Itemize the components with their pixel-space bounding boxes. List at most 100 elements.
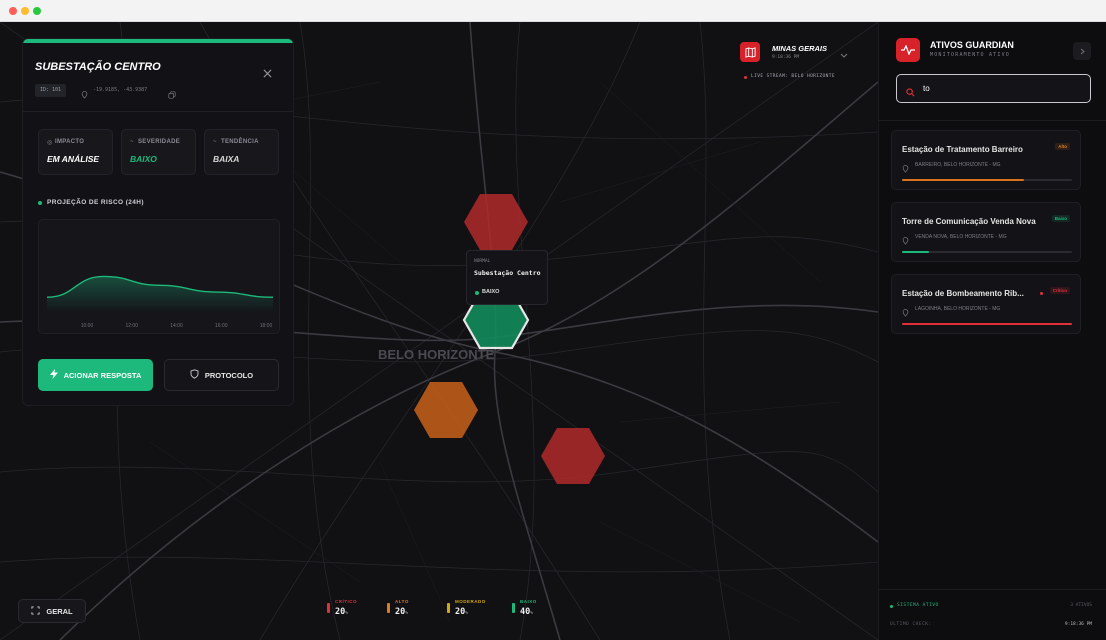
asset-name: Estação de Tratamento Barreiro <box>902 145 1023 154</box>
legend-critical: CRÍTICO 20% <box>327 596 382 624</box>
panel-title: ATIVOS GUARDIAN <box>930 40 1014 50</box>
asset-coordinates: -19.9185, -43.9387 <box>93 87 148 93</box>
last-check-label: ÚLTIMO CHECK: <box>890 622 932 627</box>
legend-low-value: 40% <box>520 607 533 617</box>
legend-critical-unit: % <box>345 611 348 616</box>
protocol-button[interactable]: PROTOCOLO <box>164 359 279 391</box>
general-view-button[interactable]: GERAL <box>18 599 86 623</box>
asset-risk-fill <box>902 323 1072 325</box>
legend-moderate-value: 20% <box>455 607 468 617</box>
asset-name: Estação de Bombeamento Rib... <box>902 289 1024 298</box>
divider <box>23 111 293 112</box>
divider <box>879 589 1106 590</box>
asset-risk-track <box>902 179 1072 181</box>
asset-card[interactable]: Estação de Tratamento Barreiro Alto BARR… <box>891 130 1081 190</box>
risk-chart-title: PROJEÇÃO DE RISCO (24H) <box>47 199 144 206</box>
metric-severity-value: BAIXO <box>130 154 157 164</box>
legend-critical-swatch <box>327 603 330 613</box>
search-input[interactable]: to <box>923 84 930 93</box>
card-accent-bar <box>23 39 293 43</box>
system-status: SISTEMA ATIVO <box>897 603 939 608</box>
metric-impact-label: IMPACTO <box>55 139 85 145</box>
legend-low: BAIXO 40% <box>512 596 567 624</box>
popup-status: NORMAL <box>474 259 491 264</box>
general-view-label: GERAL <box>46 606 73 616</box>
asset-location: VENDA NOVA, BELO HORIZONTE - MG <box>915 234 1007 240</box>
legend-low-number: 40 <box>520 607 531 617</box>
copy-icon[interactable] <box>168 86 176 104</box>
assets-panel: ATIVOS GUARDIAN MONITORAMENTO ATIVO to E… <box>878 22 1106 640</box>
asset-card[interactable]: Estação de Bombeamento Rib... Crítico LA… <box>891 274 1081 334</box>
asset-risk-fill <box>902 179 1025 181</box>
trigger-response-button[interactable]: ACIONAR RESPOSTA <box>38 359 153 391</box>
alert-dot <box>1040 292 1043 295</box>
metric-trend-label: TENDÊNCIA <box>221 139 259 145</box>
popup-asset-name: Subestação Centro <box>474 269 541 277</box>
legend-moderate-number: 20 <box>455 607 466 617</box>
live-dot <box>744 76 747 79</box>
legend-moderate-unit: % <box>465 611 468 616</box>
metric-severity: ~ SEVERIDADE BAIXO <box>121 129 196 175</box>
chart-x-tick: 12:00 <box>125 323 138 329</box>
live-stream-indicator: LIVE STREAM: BELO HORIZONTE <box>744 73 864 83</box>
legend-high-unit: % <box>405 611 408 616</box>
risk-hex-critical-north[interactable] <box>464 194 528 250</box>
panel-subtitle: MONITORAMENTO ATIVO <box>930 52 1010 58</box>
collapse-panel-button[interactable] <box>1073 42 1091 60</box>
last-check-time: 9:18:36 PM <box>1064 622 1092 627</box>
map-icon <box>740 42 760 62</box>
location-pin-icon <box>81 86 88 104</box>
chart-x-tick: 18:00 <box>260 323 273 329</box>
location-pin-icon <box>902 160 909 178</box>
asset-id-badge: ID: 101 <box>35 84 67 97</box>
chart-x-tick: 14:00 <box>170 323 183 329</box>
asset-count: 3 ATIVOS <box>1070 603 1092 608</box>
asset-name: Torre de Comunicação Venda Nova <box>902 217 1036 226</box>
divider <box>879 120 1106 121</box>
legend-high-label: ALTO <box>395 599 409 604</box>
map-popup: NORMAL Subestação Centro BAIXO <box>466 250 548 305</box>
window-chrome <box>0 0 1106 22</box>
asset-search[interactable]: to <box>896 74 1091 103</box>
legend-high-swatch <box>387 603 390 613</box>
asset-detail-card: SUBESTAÇÃO CENTRO ID: 101 -19.9185, -43.… <box>22 38 294 406</box>
metric-severity-label: SEVERIDADE <box>138 139 181 145</box>
risk-hex-critical-south[interactable] <box>541 428 605 484</box>
chevron-down-icon[interactable] <box>840 46 848 64</box>
legend-low-unit: % <box>530 611 533 616</box>
region-name: MINAS GERAIS <box>772 44 828 53</box>
activity-icon <box>896 38 920 62</box>
location-pin-icon <box>902 304 909 322</box>
legend-moderate: MODERADO 20% <box>447 596 507 624</box>
system-status-dot <box>890 605 893 608</box>
asset-location: LAGOINHA, BELO HORIZONTE - MG <box>915 306 1001 312</box>
live-stream-label: LIVE STREAM: BELO HORIZONTE <box>751 74 835 79</box>
trend-icon: ~ <box>213 139 217 145</box>
asset-risk-fill <box>902 251 930 253</box>
legend-critical-label: CRÍTICO <box>335 599 357 604</box>
region-time: 9:18:36 PM <box>772 55 800 60</box>
asset-risk-track <box>902 323 1072 325</box>
close-icon[interactable] <box>263 65 272 83</box>
legend-low-label: BAIXO <box>520 599 537 604</box>
close-window-dot[interactable] <box>9 7 17 15</box>
legend-moderate-label: MODERADO <box>455 599 486 604</box>
legend-moderate-swatch <box>447 603 450 613</box>
asset-card[interactable]: Torre de Comunicação Venda Nova Baixo VE… <box>891 202 1081 262</box>
asset-risk-badge: Crítico <box>1049 287 1070 294</box>
risk-hex-high-west[interactable] <box>414 382 478 438</box>
chart-x-tick: 16:00 <box>215 323 228 329</box>
popup-status-dot <box>475 291 479 295</box>
protocol-label: PROTOCOLO <box>204 370 254 380</box>
chart-x-tick: 10:00 <box>81 323 94 329</box>
asset-risk-badge: Baixo <box>1051 215 1070 222</box>
minimize-window-dot[interactable] <box>21 7 29 15</box>
metric-trend-value: BAIXA <box>213 154 240 164</box>
region-selector[interactable]: MINAS GERAIS 9:18:36 PM <box>740 40 852 68</box>
asset-risk-badge: Alto <box>1055 143 1070 150</box>
legend-high-number: 20 <box>395 607 406 617</box>
chart-dot <box>38 201 42 205</box>
metric-trend: ~ TENDÊNCIA BAIXA <box>204 129 279 175</box>
maximize-window-dot[interactable] <box>33 7 41 15</box>
legend-low-swatch <box>512 603 515 613</box>
